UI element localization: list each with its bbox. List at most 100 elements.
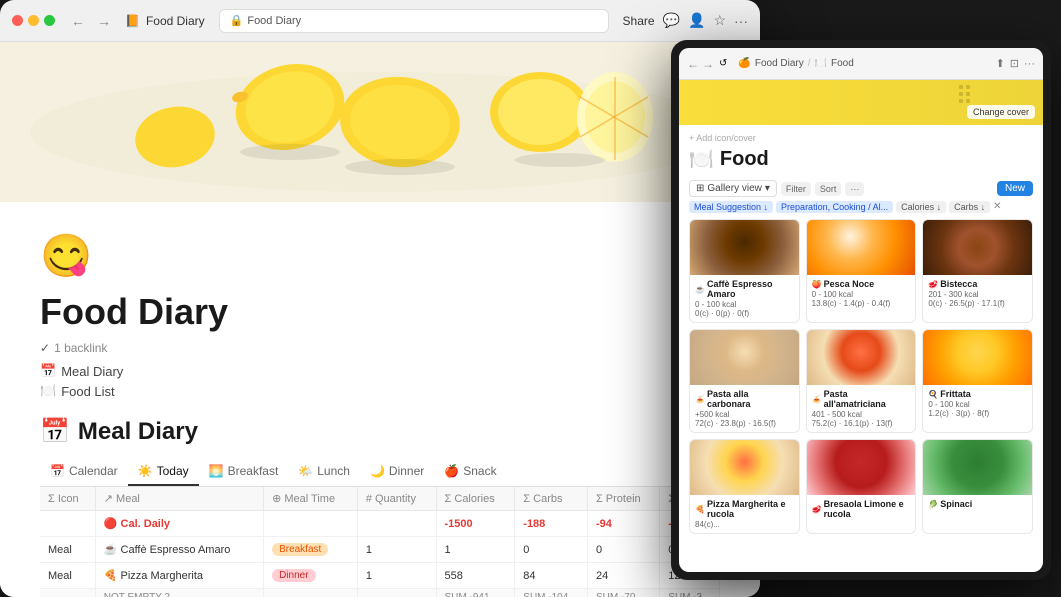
tab-snack[interactable]: 🍎 Snack xyxy=(434,458,506,486)
tab-icon: 📙 xyxy=(125,14,140,28)
tablet-header-img: Change cover xyxy=(679,80,1043,125)
row1-type: Meal xyxy=(40,537,95,563)
forward-icon[interactable]: → xyxy=(93,11,115,31)
maximize-dot[interactable] xyxy=(44,15,55,26)
meal-diary-label: Meal Diary xyxy=(61,364,123,379)
sum-protein: SUM -70 xyxy=(587,589,659,597)
bistecca-cal: 201 - 300 kcal xyxy=(928,290,1027,299)
nav-link-food-list[interactable]: 🍽️ Food List xyxy=(40,381,720,401)
tab-today[interactable]: ☀️ Today xyxy=(128,458,199,486)
more-icon[interactable]: ··· xyxy=(734,13,748,29)
filter-preparation[interactable]: Preparation, Cooking / Al... xyxy=(776,201,893,213)
food-card-pizza[interactable]: 🍕 Pizza Margherita e rucola 84(c)... xyxy=(689,439,800,534)
tab-breakfast[interactable]: 🌅 Breakfast xyxy=(199,458,289,486)
carbonara-macros: 72(c) · 23.8(p) · 16.5(f) xyxy=(695,419,794,428)
espresso-name: ☕ Caffè Espresso Amaro xyxy=(695,279,794,299)
lunch-icon: 🌤️ xyxy=(298,464,313,478)
t-share-icon[interactable]: ⬆ xyxy=(996,57,1005,70)
minimize-dot[interactable] xyxy=(28,15,39,26)
carbonara-img xyxy=(690,330,799,385)
close-dot[interactable] xyxy=(12,15,23,26)
food-card-frittata[interactable]: 🍳 Frittata 0 - 100 kcal 1.2(c) · 3(p) · … xyxy=(922,329,1033,433)
comment-icon[interactable]: 💬 xyxy=(663,12,680,29)
add-icon-row[interactable]: + Add icon/cover xyxy=(689,133,1033,143)
table-row: Meal ☕ Caffè Espresso Amaro Breakfast 1 … xyxy=(40,537,720,563)
food-card-carbonara[interactable]: 🍝 Pasta alla carbonara +500 kcal 72(c) ·… xyxy=(689,329,800,433)
t-forward-icon[interactable]: → xyxy=(702,57,714,71)
new-food-button[interactable]: New xyxy=(997,181,1033,196)
col-protein: Σ Protein xyxy=(587,487,659,511)
gallery-view-button[interactable]: ⊞ Gallery view ▾ xyxy=(689,180,777,197)
meal-table: Σ Icon ↗ Meal ⊕ Meal Time # Quantity Σ C… xyxy=(40,487,720,597)
t-more-icon[interactable]: ··· xyxy=(1024,58,1035,70)
header-image xyxy=(0,42,760,202)
filter-meal-suggestion[interactable]: Meal Suggestion ↓ xyxy=(689,201,773,213)
t-reload-icon[interactable]: ↺ xyxy=(719,58,727,69)
t-back-icon[interactable]: ← xyxy=(687,57,699,71)
food-card-espresso[interactable]: ☕ Caffè Espresso Amaro 0 - 100 kcal 0(c)… xyxy=(689,219,800,323)
food-card-spinaci[interactable]: 🥬 Spinaci xyxy=(922,439,1033,534)
food-card-bresaola[interactable]: 🥩 Bresaola Limone e rucola xyxy=(806,439,917,534)
bistecca-name: 🥩 Bistecca xyxy=(928,279,1027,289)
nav-link-meal-diary[interactable]: 📅 Meal Diary xyxy=(40,361,720,381)
tablet-screen: ← → ↺ 🍊 Food Diary / 🍽️ Food ⬆ ⊡ ··· xyxy=(679,48,1043,572)
bc-food[interactable]: Food xyxy=(831,58,854,69)
frittata-img xyxy=(923,330,1032,385)
row1-time: Breakfast xyxy=(264,537,358,563)
tablet-nav: ← → ↺ xyxy=(687,57,727,71)
backlink-icon: ✓ xyxy=(40,341,50,355)
food-card-amatriciana[interactable]: 🍝 Pasta all'amatriciana 401 - 500 kcal 7… xyxy=(806,329,917,433)
spinaci-img xyxy=(923,440,1032,495)
tablet-device: ← → ↺ 🍊 Food Diary / 🍽️ Food ⬆ ⊡ ··· xyxy=(671,40,1051,580)
filter-carbs[interactable]: Carbs ↓ xyxy=(949,201,990,213)
tab-dinner[interactable]: 🌙 Dinner xyxy=(360,458,434,486)
cal-daily-calories: -1500 xyxy=(436,511,515,537)
food-card-pesca[interactable]: 🍑 Pesca Noce 0 - 100 kcal 13.8(c) · 1.4(… xyxy=(806,219,917,323)
backlink[interactable]: ✓ 1 backlink xyxy=(40,341,720,355)
col-icon: Σ Icon xyxy=(40,487,95,511)
bc-food-diary[interactable]: Food Diary xyxy=(755,58,804,69)
change-cover-button[interactable]: Change cover xyxy=(967,105,1035,119)
browser-actions: Share 💬 👤 ☆ ··· xyxy=(623,12,748,29)
row2-name[interactable]: 🍕 Pizza Margherita xyxy=(95,563,263,589)
food-list-icon: 🍽️ xyxy=(40,383,56,399)
sort-button[interactable]: Sort xyxy=(815,182,842,196)
food-card-bistecca[interactable]: 🥩 Bistecca 201 - 300 kcal 0(c) · 26.5(p)… xyxy=(922,219,1033,323)
share-button[interactable]: Share xyxy=(623,14,655,28)
filter-calories[interactable]: Calories ↓ xyxy=(896,201,946,213)
sum-not-empty: NOT EMPTY 2 xyxy=(95,589,263,597)
address-bar[interactable]: 🔒 Food Diary xyxy=(219,9,609,33)
gallery-icon: ⊞ xyxy=(696,183,704,194)
more-options-button[interactable]: ··· xyxy=(845,182,864,196)
filter-close[interactable]: ✕ xyxy=(993,201,1001,213)
star-icon[interactable]: ☆ xyxy=(713,12,726,29)
cal-daily-row: 🔴 Cal. Daily -1500 -188 -94 -5 xyxy=(40,511,720,537)
today-icon: ☀️ xyxy=(138,464,153,478)
row1-name[interactable]: ☕ Caffè Espresso Amaro xyxy=(95,537,263,563)
food-title: 🍽️ Food xyxy=(689,147,1033,172)
filter-row: Meal Suggestion ↓ Preparation, Cooking /… xyxy=(689,201,1033,213)
window-controls xyxy=(12,15,55,26)
notion-page: 😋 Food Diary ✓ 1 backlink 📅 Meal Diary 🍽… xyxy=(0,202,760,597)
filter-button[interactable]: Filter xyxy=(781,182,811,196)
scene: ← → 📙 Food Diary 🔒 Food Diary Share 💬 👤 … xyxy=(0,0,1061,597)
lemon-scene xyxy=(0,42,760,202)
t-search-icon[interactable]: ⊡ xyxy=(1010,57,1019,70)
breakfast-tag: Breakfast xyxy=(272,543,328,556)
back-icon[interactable]: ← xyxy=(67,11,89,31)
espresso-cal: 0 - 100 kcal xyxy=(695,300,794,309)
tab-calendar[interactable]: 📅 Calendar xyxy=(40,458,128,486)
user-icon[interactable]: 👤 xyxy=(688,12,705,29)
tab-lunch[interactable]: 🌤️ Lunch xyxy=(288,458,360,486)
browser-nav: ← → xyxy=(67,11,115,31)
table-row: Meal 🍕 Pizza Margherita Dinner 1 558 84 … xyxy=(40,563,720,589)
pesca-cal: 0 - 100 kcal xyxy=(812,290,911,299)
meal-diary-heading-icon: 📅 xyxy=(40,417,70,446)
pizza-img xyxy=(690,440,799,495)
frittata-macros: 1.2(c) · 3(p) · 8(f) xyxy=(928,409,1027,418)
laptop-window: ← → 📙 Food Diary 🔒 Food Diary Share 💬 👤 … xyxy=(0,0,760,597)
spinaci-name: 🥬 Spinaci xyxy=(928,499,1027,509)
amatriciana-name: 🍝 Pasta all'amatriciana xyxy=(812,389,911,409)
pizza-cal: 84(c)... xyxy=(695,520,794,529)
col-calories: Σ Calories xyxy=(436,487,515,511)
